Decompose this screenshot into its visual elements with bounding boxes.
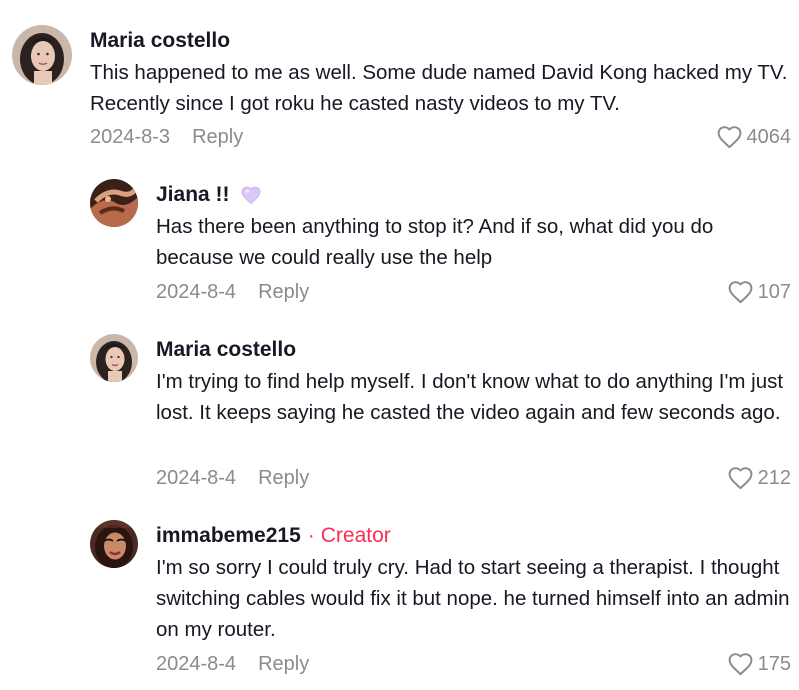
reply-button[interactable]: Reply [258,281,309,303]
like-button[interactable]: 175 [727,651,791,677]
comment-date: 2024-8-4 [156,281,237,303]
avatar[interactable] [90,520,138,568]
comment-text: This happened to me as well. Some dude n… [90,61,788,115]
avatar-photo-icon [12,25,72,85]
like-button[interactable]: 107 [727,279,791,305]
comment-text: I'm trying to find help myself. I don't … [156,370,784,424]
comment-meta: 2024-8-4 Reply [156,279,309,305]
comment-text: Has there been anything to stop it? And … [156,215,714,269]
username-text[interactable]: Jiana !! [156,182,230,208]
creator-badge: Creator [320,524,391,547]
heart-outline-icon [728,467,753,490]
avatar[interactable] [90,179,138,227]
avatar-photo-icon [90,520,138,568]
avatar[interactable] [90,334,138,382]
comment-date: 2024-8-3 [90,126,171,148]
comment-date: 2024-8-4 [156,467,237,489]
reply-button[interactable]: Reply [258,653,309,675]
creator-separator: · [307,524,315,547]
username-text[interactable]: Maria costello [90,28,230,54]
heart-outline-icon [728,653,753,676]
reply-button[interactable]: Reply [258,467,309,489]
avatar-photo-icon [90,179,138,227]
like-count: 175 [757,653,791,675]
heart-outline-icon [717,126,741,149]
comment-meta: 2024-8-3 Reply [90,124,243,150]
username-text[interactable]: Maria costello [156,337,296,363]
comment-username[interactable]: Jiana !! [156,182,262,208]
comment-text: I'm so sorry I could truly cry. Had to s… [156,556,790,641]
like-button[interactable]: 4064 [716,124,792,150]
username-text[interactable]: immabeme215 [156,523,301,549]
like-count: 4064 [746,126,792,148]
avatar-photo-icon [90,334,138,382]
comment-username[interactable]: Maria costello [90,28,230,54]
comment-date: 2024-8-4 [156,653,237,675]
like-count: 107 [757,281,791,303]
heart-outline-icon [728,281,753,304]
purple-heart-icon [241,186,260,205]
comment-username[interactable]: Maria costello [156,337,296,363]
like-button[interactable]: 212 [727,465,791,491]
like-count: 212 [757,467,791,489]
avatar[interactable] [12,25,72,85]
comment-meta: 2024-8-4 Reply [156,651,309,677]
reply-button[interactable]: Reply [192,126,243,148]
comment-meta: 2024-8-4 Reply [156,465,309,491]
comment-username[interactable]: immabeme215 · Creator [156,523,391,549]
